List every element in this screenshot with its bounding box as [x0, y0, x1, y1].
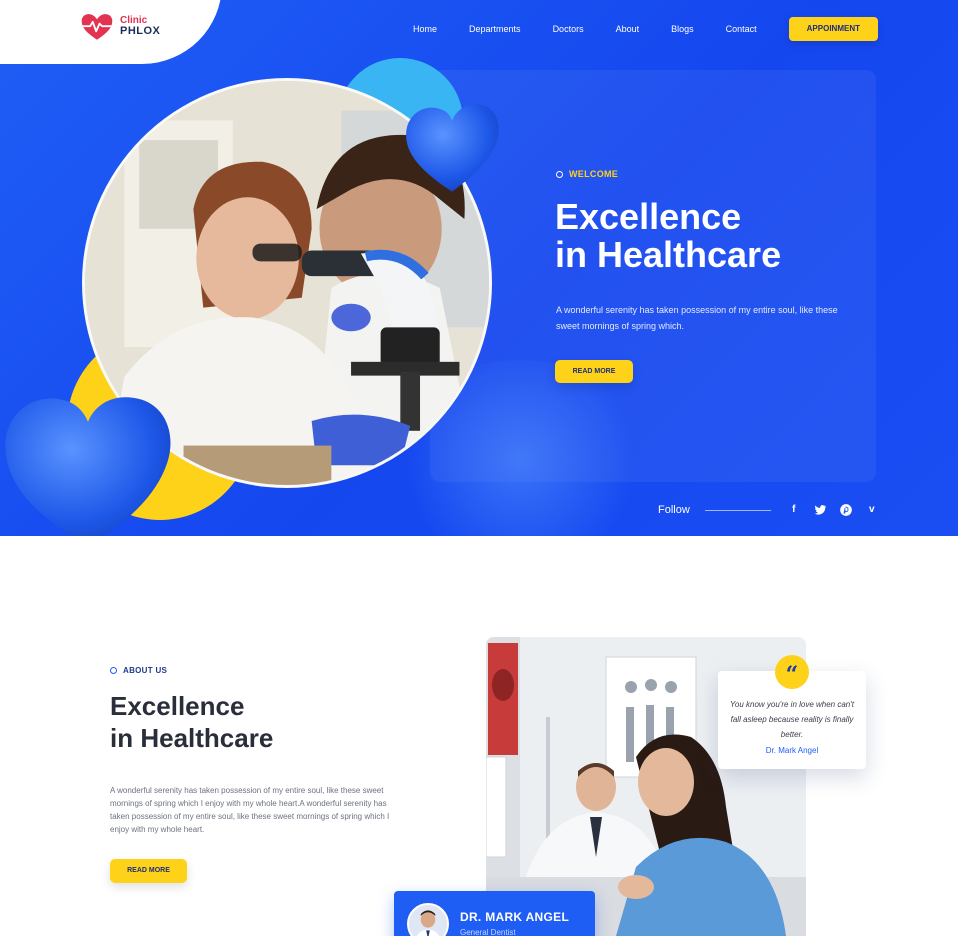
- doctor-role: General Dentist: [460, 928, 516, 936]
- nav-about[interactable]: About: [616, 17, 640, 41]
- hero-title-line1: Excellence: [555, 196, 742, 237]
- nav-blogs[interactable]: Blogs: [671, 17, 694, 41]
- heart-decoration-top: [406, 104, 499, 192]
- logo-text: Clinic PHLOX: [120, 15, 161, 38]
- ring-icon: [556, 170, 563, 178]
- testimonial-author: Dr. Mark Angel: [765, 746, 819, 755]
- about-description: A wonderful serenity has taken possessio…: [110, 786, 390, 834]
- about-title-line2: in Healthcare: [110, 723, 274, 753]
- hero-eyebrow: WELCOME: [556, 169, 618, 179]
- about-eyebrow-label: ABOUT US: [123, 666, 168, 675]
- testimonial-card: “ You know you're in love when can't fal…: [718, 655, 866, 769]
- hero-eyebrow-label: WELCOME: [569, 169, 619, 179]
- hero-section: Clinic PHLOX Home Departments Doctors Ab…: [0, 0, 958, 536]
- testimonial-text: You know you're in love when can't fall …: [729, 700, 855, 739]
- logo[interactable]: Clinic PHLOX: [80, 12, 160, 42]
- nav-doctors[interactable]: Doctors: [553, 17, 584, 41]
- hero-read-more-button[interactable]: READ MORE: [555, 360, 633, 383]
- hero-title-line2: in Healthcare: [555, 234, 782, 275]
- vimeo-icon[interactable]: v: [865, 503, 879, 517]
- twitter-icon[interactable]: [813, 503, 827, 517]
- facebook-icon[interactable]: f: [787, 503, 801, 517]
- quote-icon: “: [775, 655, 809, 689]
- about-title: Excellence in Healthcare: [110, 690, 410, 754]
- follow-label: Follow: [658, 504, 690, 516]
- logo-main: PHLOX: [120, 25, 161, 38]
- follow-divider: [704, 509, 771, 511]
- about-eyebrow: ABOUT US: [110, 666, 167, 675]
- heartbeat-logo-icon: [81, 14, 113, 40]
- main-nav: Home Departments Doctors About Blogs Con…: [413, 17, 878, 41]
- appointment-button[interactable]: APPOINMENT: [788, 17, 878, 41]
- nav-home[interactable]: Home: [413, 17, 437, 41]
- about-title-line1: Excellence: [110, 691, 245, 721]
- pinterest-icon[interactable]: [839, 503, 853, 517]
- doctor-card[interactable]: DR. MARK ANGEL General Dentist: [394, 891, 595, 936]
- follow-bar: Follow f v: [658, 503, 891, 517]
- doctor-name: DR. MARK ANGEL: [460, 910, 570, 924]
- hero-description: A wonderful serenity has taken possessio…: [556, 305, 838, 331]
- nav-contact[interactable]: Contact: [726, 17, 757, 41]
- hero-title: Excellence in Healthcare: [555, 198, 875, 274]
- about-read-more-button[interactable]: READ MORE: [110, 859, 187, 883]
- ring-icon: [110, 667, 117, 674]
- avatar: [407, 903, 449, 936]
- nav-departments[interactable]: Departments: [469, 17, 521, 41]
- heart-decoration-bottom: [5, 397, 171, 536]
